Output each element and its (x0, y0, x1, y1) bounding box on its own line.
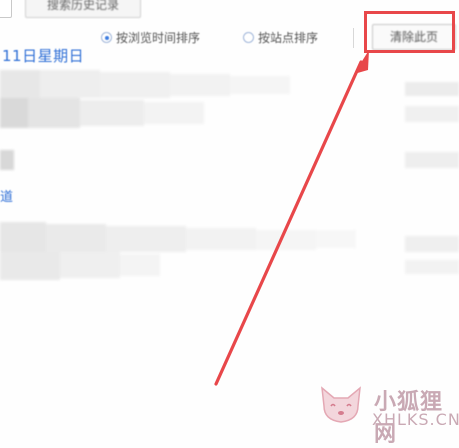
watermark-url: XHLKS.CN (372, 410, 459, 429)
history-entries-pixelated (0, 0, 459, 433)
fox-logo-icon (321, 386, 361, 423)
history-category-text: 道 (0, 190, 14, 205)
